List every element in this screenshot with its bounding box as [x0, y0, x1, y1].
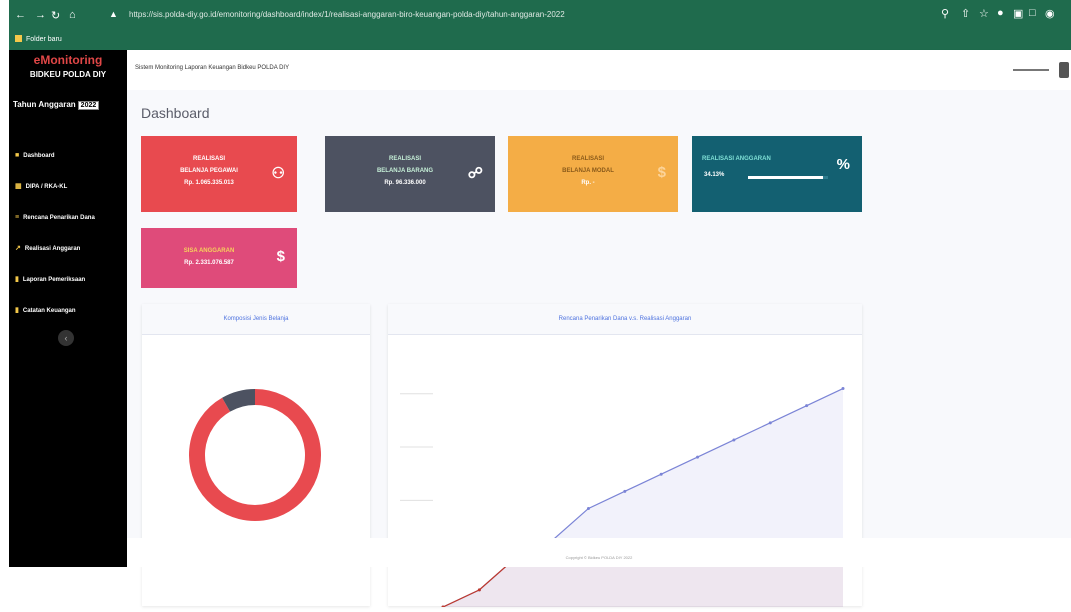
address-bar[interactable]: https://sis.polda-diy.go.id/emonitoring/… — [129, 6, 929, 24]
file-icon: ▮ — [15, 275, 19, 283]
home-icon[interactable]: ⌂ — [69, 9, 76, 21]
browser-chrome: ← → ↻ ⌂ ▲ https://sis.polda-diy.go.id/em… — [9, 0, 1071, 50]
pie-slice — [189, 389, 321, 521]
puzzle-icon[interactable]: ▣ — [1013, 7, 1023, 20]
table-icon: ▦ — [15, 182, 22, 190]
sidebar-menu: ■ Dashboard ▦ DIPA / RKA-KL ≡ Rencana Penar… — [15, 140, 125, 326]
sidebar-item-rencana-penarikan[interactable]: ≡ Rencana Penarikan Dana — [15, 202, 125, 233]
card-label: SISA ANGGARAN — [183, 248, 235, 254]
footer: Copyright © Bidkeu POLDA DIY 2022 — [127, 538, 1071, 567]
dashboard-icon: ■ — [15, 151, 20, 159]
sidebar-item-laporan[interactable]: ▮ Laporan Pemeriksaan — [15, 264, 125, 295]
card-value: Rp. 1.065.335.013 — [184, 180, 234, 186]
data-point — [586, 506, 590, 510]
data-point — [805, 404, 809, 408]
sidebar-item-realisasi[interactable]: ↗ Realisasi Anggaran — [15, 233, 125, 264]
pie-slice — [222, 389, 256, 412]
data-point — [841, 387, 845, 391]
list-icon: ≡ — [15, 213, 20, 221]
data-point — [768, 421, 772, 425]
card-realisasi-anggaran: REALISASI ANGGARAN 34.13% % — [692, 136, 862, 212]
card-belanja-modal: REALISASI BELANJA MODAL Rp. - $ — [508, 136, 678, 212]
avatar[interactable] — [1059, 62, 1069, 78]
card-label: REALISASI ANGGARAN — [702, 156, 771, 162]
reload-icon[interactable]: ↻ — [51, 9, 60, 22]
progress-bar — [748, 176, 828, 179]
sidebar-item-dipa[interactable]: ▦ DIPA / RKA-KL — [15, 171, 125, 202]
panel-title: Rencana Penarikan Dana v.s. Realisasi An… — [388, 304, 862, 335]
lock-icon: ▲ — [109, 9, 118, 19]
profile-icon[interactable]: ◉ — [1045, 7, 1055, 20]
share-icon[interactable]: ⇧ — [961, 7, 970, 20]
card-value: Rp. - — [581, 180, 595, 186]
card-label: BELANJA PEGAWAI — [180, 168, 238, 174]
card-label: BELANJA BARANG — [376, 168, 434, 174]
cart-icon: ☍ — [467, 165, 483, 182]
data-point — [732, 438, 736, 442]
page-title: Dashboard — [141, 105, 210, 121]
percent-icon: % — [836, 156, 850, 173]
back-icon[interactable]: ← — [15, 9, 26, 21]
topbar-title: Sistem Monitoring Laporan Keuangan Bidke… — [135, 65, 290, 71]
sidebar-item-catatan[interactable]: ▮ Catatan Keuangan — [15, 295, 125, 326]
card-belanja-barang: REALISASI BELANJA BARANG Rp. 96.336.000 … — [325, 136, 495, 212]
card-value: Rp. 96.336.000 — [384, 180, 426, 186]
card-belanja-pegawai: REALISASI BELANJA PEGAWAI Rp. 1.065.335.… — [141, 136, 297, 212]
card-value: Rp. 2.331.076.587 — [184, 260, 234, 266]
data-point — [623, 489, 627, 493]
dollar-icon: $ — [657, 164, 666, 181]
data-point — [696, 455, 700, 459]
folder-icon — [15, 35, 22, 42]
window-icon[interactable]: □ — [1029, 7, 1036, 19]
data-point — [659, 472, 663, 476]
user-name[interactable] — [1013, 69, 1049, 71]
card-label: BELANJA MODAL — [562, 168, 614, 174]
tahun-anggaran: Tahun Anggaran 2022 — [13, 100, 100, 110]
note-icon: ▮ — [15, 306, 19, 314]
progress-fill — [748, 176, 824, 179]
tahun-label: Tahun Anggaran — [13, 100, 76, 109]
panel-title: Komposisi Jenis Belanja — [142, 304, 370, 335]
tahun-select[interactable]: 2022 — [77, 101, 100, 110]
sidebar: eMonitoring BIDKEU POLDA DIY Tahun Angga… — [9, 50, 127, 567]
users-icon: ⚇ — [271, 165, 285, 182]
org-name: BIDKEU POLDA DIY — [29, 70, 107, 79]
percent-value: 34.13% — [704, 172, 725, 178]
dollar-icon: $ — [276, 248, 285, 265]
main-content: Dashboard REALISASI BELANJA PEGAWAI Rp. … — [127, 90, 1071, 609]
brand[interactable]: eMonitoring BIDKEU POLDA DIY — [9, 50, 127, 80]
card-label: REALISASI — [571, 156, 604, 162]
topbar: Sistem Monitoring Laporan Keuangan Bidke… — [127, 50, 1071, 90]
zoom-icon[interactable]: ⚲ — [941, 7, 949, 20]
chart-line-icon: ↗ — [15, 244, 21, 252]
star-icon[interactable]: ☆ — [979, 7, 989, 20]
card-label: REALISASI — [192, 156, 225, 162]
card-label: REALISASI — [388, 156, 421, 162]
card-sisa-anggaran: SISA ANGGARAN Rp. 2.331.076.587 $ — [141, 228, 297, 288]
app-logo: eMonitoring — [33, 53, 103, 67]
data-point — [477, 588, 481, 592]
sidebar-item-dashboard[interactable]: ■ Dashboard — [15, 140, 125, 171]
bookmark-folder[interactable]: Folder baru — [15, 33, 62, 47]
data-point — [441, 605, 445, 609]
extension-icon[interactable]: ● — [997, 7, 1004, 19]
forward-icon[interactable]: → — [35, 9, 46, 21]
sidebar-toggle-icon[interactable]: ‹ — [58, 330, 74, 346]
